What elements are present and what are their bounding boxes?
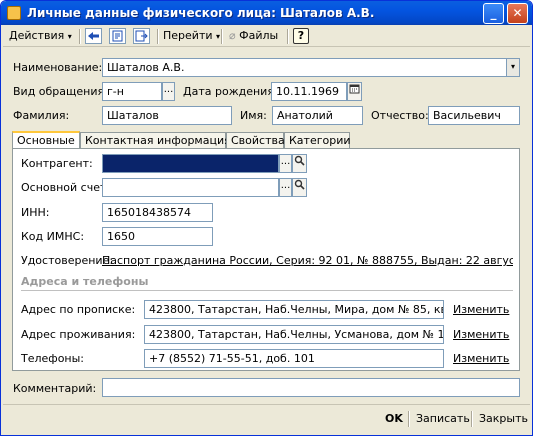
inn-field[interactable]: 165018438574: [102, 203, 213, 222]
phones-label: Телефоны:: [21, 352, 85, 365]
comment-label: Комментарий:: [13, 382, 97, 395]
tab-strip: Основные Контактная информация Свойства …: [12, 131, 520, 150]
account-field[interactable]: [102, 178, 279, 197]
bottom-divider: [471, 411, 472, 427]
account-label: Основной счет:: [21, 181, 111, 194]
imns-label: Код ИМНС:: [21, 230, 85, 243]
search-icon[interactable]: [292, 154, 307, 173]
app-icon: [7, 6, 21, 20]
tab-contact-info[interactable]: Контактная информация: [80, 132, 231, 149]
imns-field[interactable]: 1650: [102, 227, 213, 246]
toolbar-divider: [157, 29, 158, 44]
live-address-label: Адрес проживания:: [21, 328, 136, 341]
tab-properties[interactable]: Свойства: [226, 132, 285, 149]
select-account-button[interactable]: ...: [279, 178, 292, 197]
chevron-down-icon: ▾: [216, 32, 221, 41]
firstname-label: Имя:: [240, 109, 267, 122]
section-title-addresses: Адреса и телефоны: [21, 275, 149, 288]
close-window-button[interactable]: ✕: [507, 3, 528, 24]
title-bar[interactable]: Личные данные физического лица: Шаталов …: [1, 1, 532, 25]
goto-label: Перейти: [163, 29, 213, 42]
close-button[interactable]: Закрыть: [479, 412, 528, 426]
files-button[interactable]: ⌀ Файлы: [229, 27, 278, 46]
reg-address-field: 423800, Татарстан, Наб.Челны, Мира, дом …: [144, 300, 444, 319]
salutation-field[interactable]: г-н: [102, 82, 162, 101]
change-live-address-link[interactable]: Изменить: [453, 328, 509, 342]
chevron-down-icon[interactable]: ▾: [506, 58, 520, 77]
files-label: Файлы: [239, 29, 279, 42]
inn-label: ИНН:: [21, 206, 50, 219]
ok-button[interactable]: OK: [385, 412, 403, 426]
firstname-field[interactable]: Анатолий: [272, 106, 363, 125]
birthdate-field[interactable]: 10.11.1969: [271, 82, 347, 101]
counterparty-label: Контрагент:: [21, 157, 93, 170]
name-label: Наименование:: [13, 61, 103, 74]
id-document-link[interactable]: Паспорт гражданина России, Серия: 92 01,…: [102, 254, 513, 268]
minimize-button[interactable]: _: [483, 3, 504, 24]
search-icon[interactable]: [292, 178, 307, 197]
goto-menu[interactable]: Перейти ▾: [163, 27, 220, 46]
calendar-icon[interactable]: [347, 82, 362, 101]
live-address-field: 423800, Татарстан, Наб.Челны, Усманова, …: [144, 325, 444, 344]
help-icon[interactable]: ?: [293, 28, 309, 44]
salutation-label: Вид обращения:: [13, 85, 108, 98]
select-salutation-button[interactable]: ...: [162, 82, 175, 101]
select-counterparty-button[interactable]: ...: [279, 154, 292, 173]
birthdate-label: Дата рождения:: [183, 85, 278, 98]
patronymic-field[interactable]: Васильевич: [428, 106, 520, 125]
section-divider: [21, 290, 513, 291]
counterparty-field[interactable]: [102, 154, 279, 173]
surname-label: Фамилия:: [13, 109, 70, 122]
toolbar-divider: [79, 29, 80, 44]
phones-field: +7 (8552) 71-55-51, доб. 101: [144, 349, 444, 368]
change-reg-address-link[interactable]: Изменить: [453, 303, 509, 317]
go-to-record-icon[interactable]: [133, 28, 150, 44]
actions-label: Действия: [9, 29, 65, 42]
comment-field[interactable]: [102, 378, 520, 397]
toolbar-divider: [221, 29, 222, 44]
surname-field[interactable]: Шаталов: [102, 106, 232, 125]
form-window: Личные данные физического лица: Шаталов …: [0, 0, 533, 436]
name-field[interactable]: Шаталов А.В.: [102, 58, 507, 77]
change-phones-link[interactable]: Изменить: [453, 352, 509, 366]
window-title: Личные данные физического лица: Шаталов …: [27, 6, 375, 20]
id-document-label: Удостоверение:: [21, 254, 114, 267]
toolbar-divider: [287, 29, 288, 44]
toolbar: Действия ▾ Перейти ▾ ⌀ Файлы ?: [3, 26, 530, 47]
arrow-left-icon[interactable]: [85, 28, 102, 44]
tab-categories[interactable]: Категории: [284, 132, 351, 149]
chevron-down-icon: ▾: [67, 32, 72, 41]
document-structure-icon[interactable]: [109, 28, 126, 44]
patronymic-label: Отчество:: [371, 109, 429, 122]
bottom-divider: [408, 411, 409, 427]
actions-menu[interactable]: Действия ▾: [9, 27, 72, 46]
bottom-button-bar: OK Записать Закрыть: [3, 404, 530, 432]
paperclip-icon: ⌀: [229, 29, 236, 42]
reg-address-label: Адрес по прописке:: [21, 303, 136, 316]
save-button[interactable]: Записать: [416, 412, 470, 426]
